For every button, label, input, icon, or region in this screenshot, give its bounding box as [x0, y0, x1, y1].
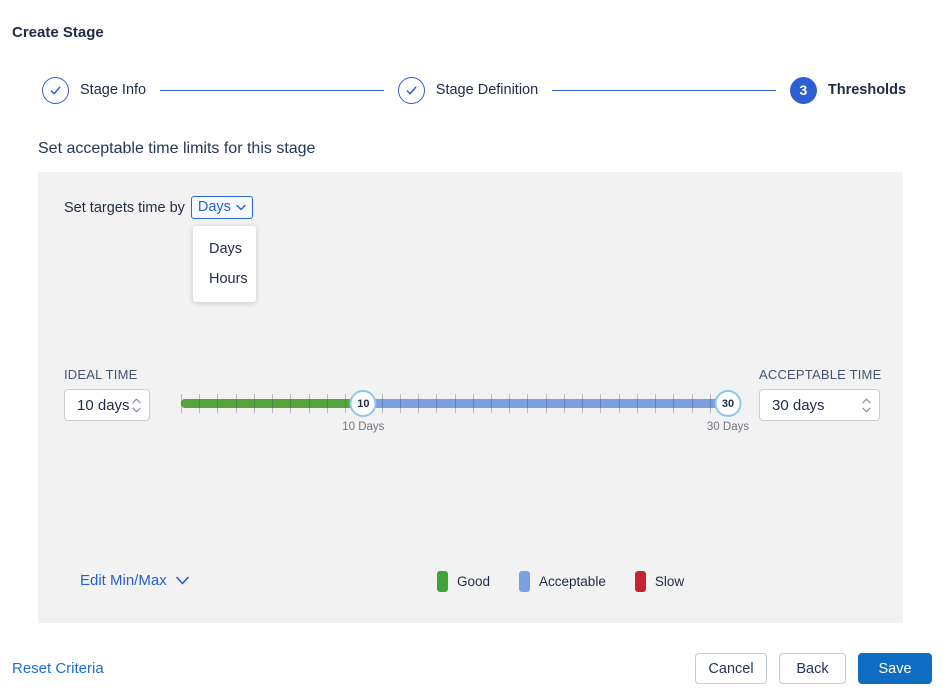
slider-tick — [181, 394, 182, 413]
slider-handle[interactable]: 30 — [714, 390, 742, 417]
target-time-row: Set targets time by Days — [64, 196, 253, 219]
stepper-connector — [160, 89, 384, 91]
slider-tick — [563, 394, 565, 413]
slider-tick — [217, 394, 219, 413]
legend-item-good: Good — [437, 571, 490, 592]
time-unit-dropdown-menu: Days Hours — [193, 226, 256, 302]
acceptable-time-value: 30 days — [772, 396, 825, 414]
step-stage-definition[interactable]: Stage Definition — [397, 76, 539, 104]
slider-tick — [436, 394, 438, 413]
slider-tick — [490, 394, 492, 413]
chevron-up-icon — [862, 398, 871, 403]
slow-swatch — [634, 571, 646, 592]
stepper-connector — [552, 89, 776, 91]
dropdown-option-days[interactable]: Days — [193, 234, 256, 264]
dropdown-option-hours[interactable]: Hours — [193, 264, 256, 294]
edit-minmax-label: Edit Min/Max — [80, 572, 167, 589]
time-range-slider[interactable]: 10 10 Days 30 30 Days — [181, 390, 749, 433]
slider-tick — [381, 394, 383, 413]
step-thresholds[interactable]: 3 Thresholds — [789, 76, 907, 104]
time-unit-value: Days — [197, 199, 231, 215]
chevron-down-icon — [132, 407, 141, 412]
back-button[interactable]: Back — [779, 653, 846, 684]
slider-tick — [326, 394, 328, 413]
slider-tick — [655, 394, 657, 413]
slider-tick — [454, 394, 456, 413]
slider-tick — [290, 394, 292, 413]
legend: Good Acceptable Slow — [437, 571, 713, 592]
slider-tick — [345, 394, 347, 413]
cancel-button[interactable]: Cancel — [695, 653, 767, 684]
ideal-time-input[interactable]: 10 days — [64, 389, 150, 421]
step-label: Thresholds — [827, 82, 907, 98]
slider-tick — [272, 394, 274, 413]
slider-tick — [618, 394, 620, 413]
step-stage-info[interactable]: Stage Info — [42, 76, 147, 104]
target-time-label: Set targets time by — [64, 199, 185, 216]
good-swatch — [437, 571, 448, 592]
edit-minmax-link[interactable]: Edit Min/Max — [80, 572, 189, 589]
slider-tick — [691, 394, 693, 413]
check-circle-icon — [42, 76, 69, 104]
acceptable-swatch — [519, 571, 531, 592]
slider-tick — [709, 394, 711, 413]
step-label: Stage Info — [80, 82, 147, 98]
chevron-down-icon — [862, 407, 871, 412]
chevron-down-icon — [236, 199, 246, 215]
section-heading: Set acceptable time limits for this stag… — [38, 140, 316, 157]
legend-item-slow: Slow — [634, 571, 685, 592]
step-label: Stage Definition — [435, 82, 539, 98]
legend-label: Slow — [654, 574, 685, 589]
slider-tick — [673, 394, 675, 413]
slider-handle-label: 10 Days — [342, 421, 385, 433]
page-title: Create Stage — [12, 24, 104, 41]
slider-tick — [199, 394, 201, 413]
slider-tick — [600, 394, 602, 413]
chevron-down-icon — [175, 572, 189, 589]
slider-tick — [636, 394, 638, 413]
time-unit-select[interactable]: Days — [190, 196, 253, 219]
ideal-time-stepper[interactable] — [132, 398, 141, 413]
slider-tick — [235, 394, 237, 413]
slider-handle-label: 30 Days — [706, 421, 750, 433]
acceptable-time-input[interactable]: 30 days — [759, 389, 880, 421]
slider-handle[interactable]: 10 — [349, 390, 377, 417]
slider-tick — [509, 394, 511, 413]
slider-tick — [418, 394, 420, 413]
legend-item-acceptable: Acceptable — [519, 571, 606, 592]
save-button[interactable]: Save — [858, 653, 932, 684]
slider-tick — [545, 394, 547, 413]
slider-tick — [253, 394, 255, 413]
legend-label: Good — [457, 574, 491, 589]
slider-tick — [582, 394, 584, 413]
check-circle-icon — [397, 76, 425, 104]
step-number-badge: 3 — [789, 76, 817, 104]
ideal-time-label: IDEAL TIME — [64, 367, 138, 382]
ideal-time-value: 10 days — [77, 396, 130, 414]
reset-criteria-link[interactable]: Reset Criteria — [12, 660, 104, 677]
slider-tick — [472, 394, 474, 413]
legend-label: Acceptable — [539, 574, 606, 589]
chevron-up-icon — [132, 398, 141, 403]
acceptable-time-label: ACCEPTABLE TIME — [759, 367, 882, 382]
stepper: Stage Info Stage Definition 3 Thresholds — [42, 76, 906, 104]
slider-tick — [308, 394, 310, 413]
acceptable-time-stepper[interactable] — [862, 398, 871, 413]
thresholds-panel: Set targets time by Days Days Hours IDEA… — [38, 172, 903, 623]
footer-buttons: Cancel Back Save — [695, 653, 932, 684]
slider-tick — [399, 394, 401, 413]
slider-tick — [527, 394, 529, 413]
